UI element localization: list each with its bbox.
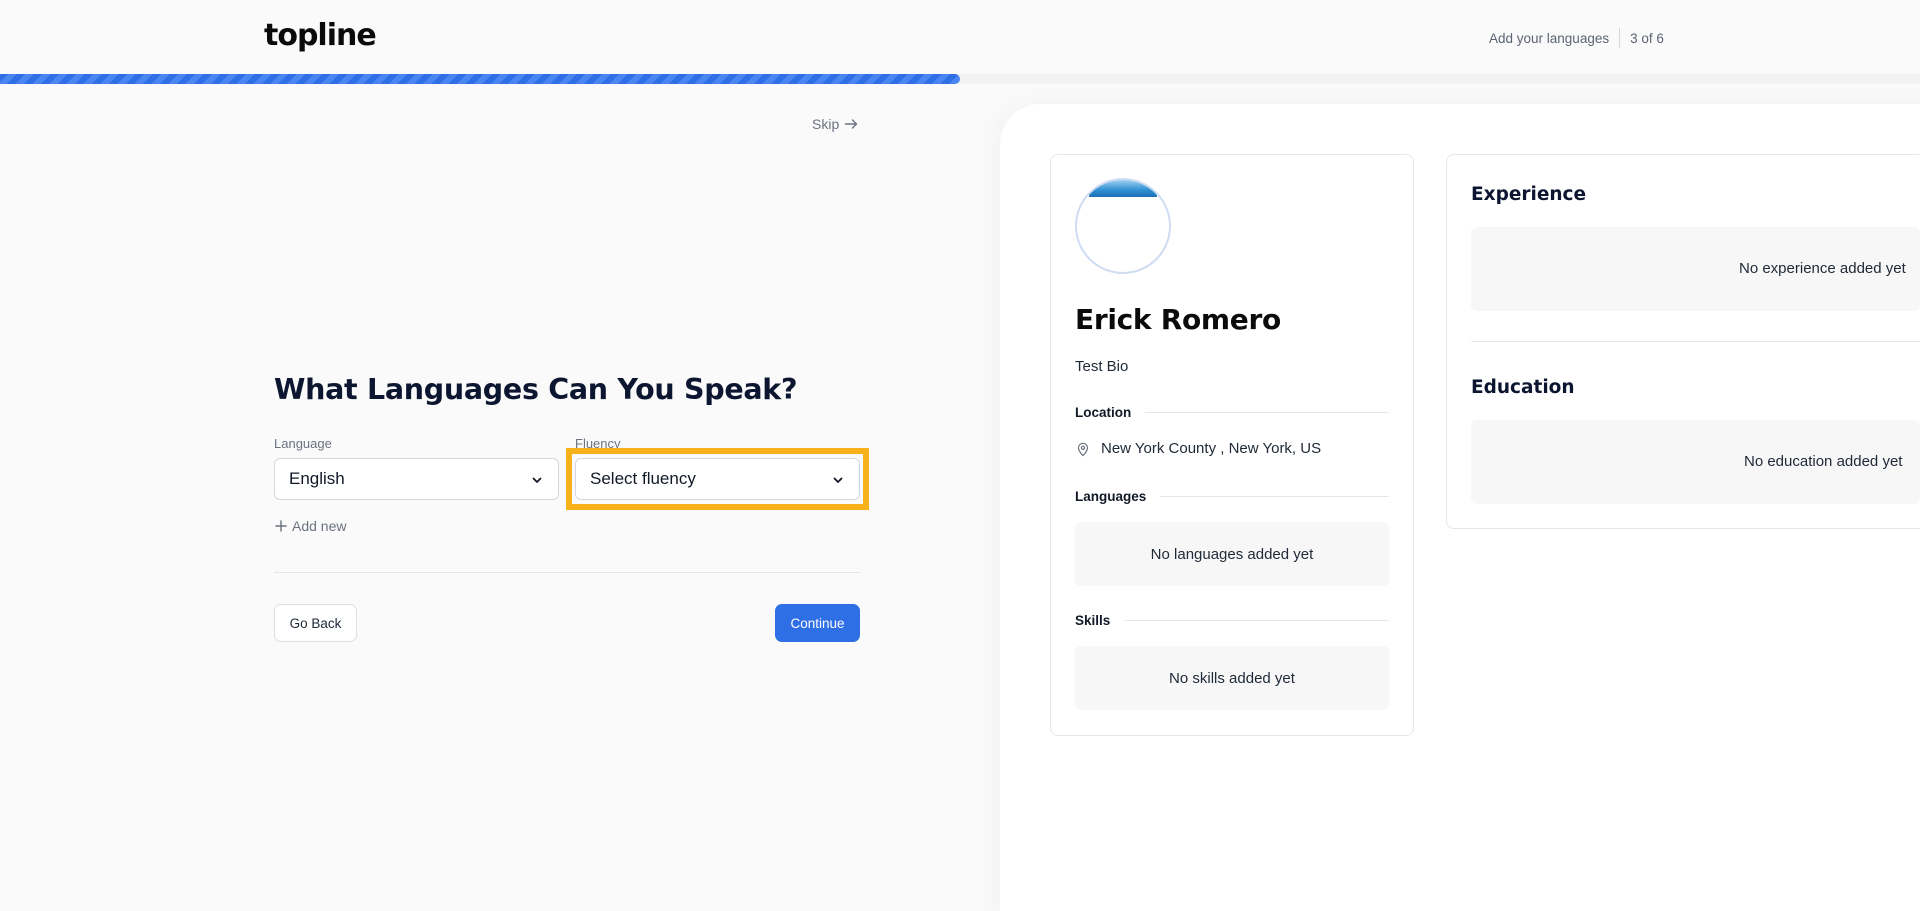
fluency-select-highlight <box>566 448 869 510</box>
experience-heading: Experience <box>1471 184 1587 205</box>
location-row: New York County , New York, US <box>1075 440 1321 457</box>
skip-label: Skip <box>812 116 840 132</box>
form-divider <box>274 572 860 573</box>
language-label: Language <box>274 436 332 451</box>
top-header: topline Add your languages 3 of 6 <box>0 0 1920 74</box>
experience-empty-text: No experience added yet <box>1739 260 1906 277</box>
languages-heading: Languages <box>1075 489 1389 504</box>
experience-empty-state: No experience added yet <box>1471 227 1920 311</box>
topline-logo[interactable]: topline <box>264 18 377 53</box>
skills-heading: Skills <box>1075 613 1389 628</box>
section-line <box>1124 620 1389 621</box>
profile-bio: Test Bio <box>1075 358 1129 375</box>
chevron-down-icon <box>532 477 542 483</box>
continue-button[interactable]: Continue <box>775 604 860 642</box>
skills-empty-state: No skills added yet <box>1075 646 1389 710</box>
page-title: What Languages Can You Speak? <box>274 373 798 406</box>
side-divider <box>1471 341 1920 342</box>
step-label: Add your languages <box>1489 30 1610 46</box>
location-heading: Location <box>1075 405 1389 420</box>
avatar <box>1075 178 1171 274</box>
section-line <box>1145 412 1389 413</box>
section-line <box>1160 496 1389 497</box>
language-select[interactable]: English <box>274 458 559 500</box>
education-empty-text: No education added yet <box>1744 453 1903 470</box>
languages-heading-label: Languages <box>1075 489 1147 504</box>
avatar-image <box>1089 180 1157 197</box>
step-separator <box>1619 28 1621 48</box>
education-empty-state: No education added yet <box>1471 420 1920 504</box>
step-indicator: Add your languages 3 of 6 <box>1489 28 1664 48</box>
progress-bar <box>0 74 1920 84</box>
language-select-value: English <box>289 469 345 488</box>
languages-empty-state: No languages added yet <box>1075 522 1389 586</box>
education-heading: Education <box>1471 377 1575 398</box>
go-back-button[interactable]: Go Back <box>274 604 357 642</box>
plus-icon <box>275 520 287 532</box>
step-count: 3 of 6 <box>1630 30 1664 46</box>
skip-link[interactable]: Skip <box>812 116 859 132</box>
add-new-label: Add new <box>292 518 347 534</box>
location-value: New York County , New York, US <box>1101 440 1322 457</box>
profile-name: Erick Romero <box>1075 303 1281 336</box>
progress-bar-fill <box>0 74 960 84</box>
arrow-right-icon <box>845 119 858 129</box>
add-new-language-button[interactable]: Add new <box>274 518 346 534</box>
skills-heading-label: Skills <box>1075 613 1111 628</box>
location-pin-icon <box>1077 442 1089 456</box>
location-heading-label: Location <box>1075 405 1132 420</box>
